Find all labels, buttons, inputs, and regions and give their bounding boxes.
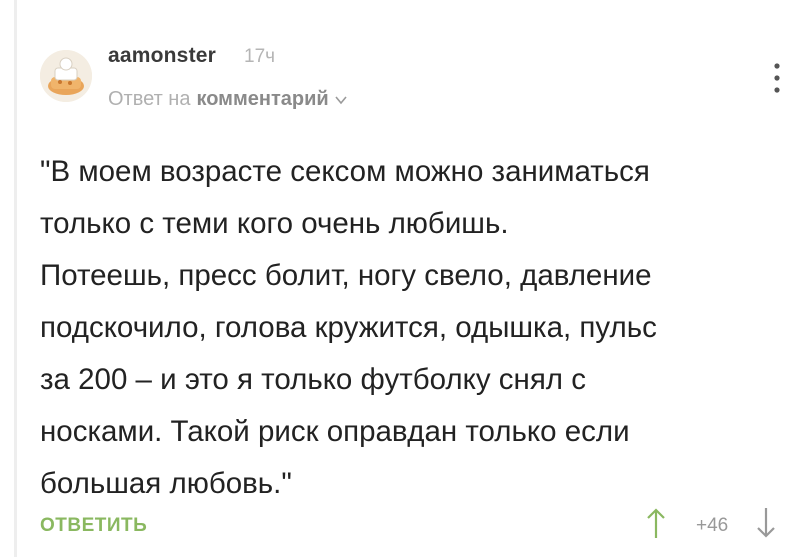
arrow-up-icon[interactable]	[644, 506, 668, 540]
comment-line: носками. Такой риск оправдан только если	[40, 415, 630, 448]
comment-line: большая любовь."	[40, 467, 292, 500]
avatar[interactable]	[40, 50, 92, 102]
reply-button[interactable]: ОТВЕТИТЬ	[40, 515, 147, 537]
comment-line: за 200 – и это я только футболку снял с	[40, 363, 586, 396]
reply-context[interactable]: Ответ на комментарий	[108, 88, 347, 111]
comment-time: 17ч	[244, 46, 276, 67]
arrow-down-icon[interactable]	[754, 506, 778, 540]
comment-view: aamonster 17ч Ответ на комментарий "В мо…	[0, 0, 800, 557]
reply-target-link[interactable]: комментарий	[196, 88, 328, 111]
reply-prefix: Ответ на	[108, 88, 191, 110]
more-vertical-icon[interactable]	[770, 62, 784, 94]
chevron-down-icon[interactable]	[335, 94, 347, 106]
comment-text: "В моем возрасте сексом можно заниматься…	[40, 146, 785, 510]
avatar-image	[40, 50, 92, 102]
thread-line[interactable]	[14, 0, 17, 557]
author-name[interactable]: aamonster	[108, 44, 216, 68]
comment-line: Потеешь, пресс болит, ногу свело, давлен…	[40, 259, 652, 292]
rating-value: +46	[696, 515, 729, 536]
comment-line: "В моем возрасте сексом можно заниматься	[40, 155, 650, 188]
comment-line: подскочило, голова кружится, одышка, пул…	[40, 311, 657, 344]
comment-line: только с теми кого очень любишь.	[40, 207, 509, 240]
